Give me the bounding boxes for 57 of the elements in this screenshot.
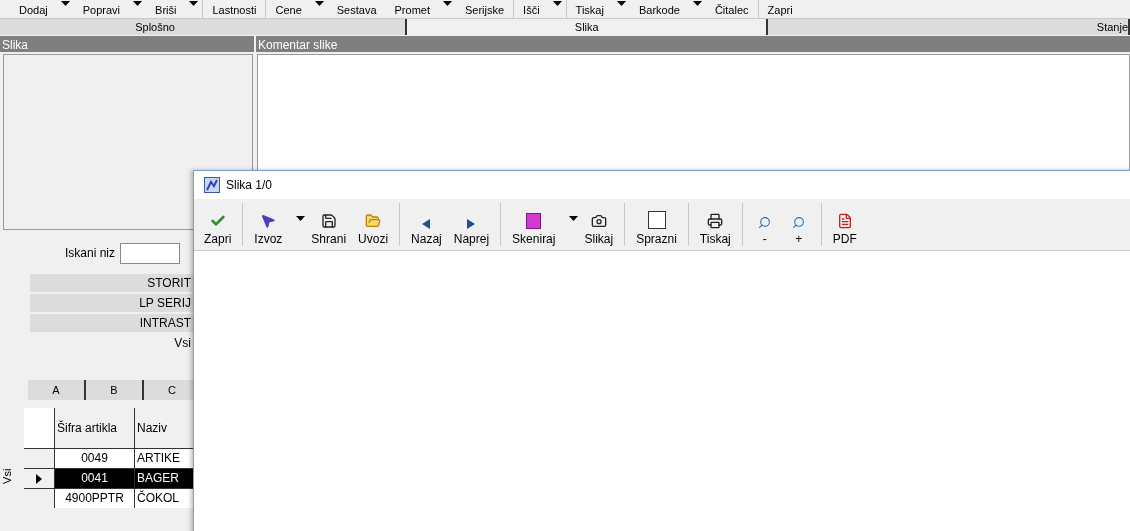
save-icon (320, 212, 337, 229)
folder-icon (365, 212, 382, 229)
toolbar-button[interactable]: Skeniraj (506, 203, 562, 246)
toolbar-button[interactable]: Sestava (331, 2, 382, 18)
search-field[interactable] (120, 242, 181, 264)
toolbar-button[interactable]: Nazaj (405, 203, 448, 246)
toolbar-button[interactable]: Lastnosti (207, 2, 262, 18)
toolbar-button[interactable]: Sprazni (630, 203, 683, 246)
toolbar-button[interactable]: Shrani (305, 203, 353, 246)
toolbar-button[interactable]: - (747, 203, 782, 246)
group-item[interactable]: LP SERIJ (30, 294, 193, 312)
toolbar-button[interactable]: Zapri (198, 203, 238, 246)
tab[interactable]: A (28, 380, 86, 400)
toolbar-button[interactable]: Uvozi (352, 203, 395, 246)
toolbar-button[interactable]: Čitalec (709, 2, 754, 18)
column-header: Šifra artikla (55, 408, 135, 448)
side-label: Vsi (0, 468, 15, 484)
toolbar-button[interactable]: Promet (389, 2, 435, 18)
table-cell: 0041 (54, 469, 134, 488)
search-label: Iskani niz (65, 245, 116, 262)
pdf-icon (836, 212, 853, 229)
row-header[interactable] (24, 469, 54, 488)
magnifier-icon (792, 215, 806, 229)
toolbar-button[interactable]: Zapri (762, 2, 798, 18)
table-cell: BAGER (134, 469, 194, 488)
toolbar-button[interactable]: + (781, 203, 816, 246)
toolbar-button[interactable]: PDF (826, 203, 863, 246)
tab[interactable]: B (86, 380, 144, 400)
toolbar-button[interactable]: Naprej (447, 203, 496, 246)
pointer-icon (260, 212, 277, 229)
toolbar-button[interactable]: Slikaj (578, 203, 620, 246)
scanner-icon (526, 212, 542, 229)
toolbar-button[interactable]: Izvoz (248, 203, 289, 246)
tab[interactable]: Splošno (0, 19, 407, 35)
toolbar-button[interactable]: Serijske (460, 2, 510, 18)
panel-header: Komentar slike (257, 37, 339, 52)
window-title: Slika 1/0 (226, 177, 273, 194)
group-item[interactable]: STORIT (30, 274, 193, 292)
toolbar-button[interactable]: Barkode (633, 2, 685, 18)
right-arrow-icon (467, 218, 476, 229)
toolbar-button[interactable]: Popravi (77, 2, 126, 18)
toolbar-button[interactable]: Tiskaj (570, 2, 609, 18)
tab[interactable]: Stanje (768, 19, 1130, 35)
camera-icon (590, 212, 607, 229)
blank-page-icon (647, 210, 666, 229)
app-icon (204, 177, 220, 193)
left-arrow-icon (422, 218, 431, 229)
column-header: Naziv (135, 408, 195, 448)
toolbar-button[interactable]: Cene (270, 2, 307, 18)
toolbar-button[interactable]: Išči (518, 2, 545, 18)
toolbar-button[interactable]: Briši (150, 2, 182, 18)
toolbar-button[interactable]: Tiskaj (693, 203, 737, 246)
toolbar-button[interactable]: Dodaj (14, 2, 53, 18)
group-item[interactable]: INTRAST (30, 314, 193, 332)
printer-icon (707, 212, 724, 229)
magnifier-icon (758, 215, 772, 229)
panel-header: Slika (0, 36, 256, 52)
